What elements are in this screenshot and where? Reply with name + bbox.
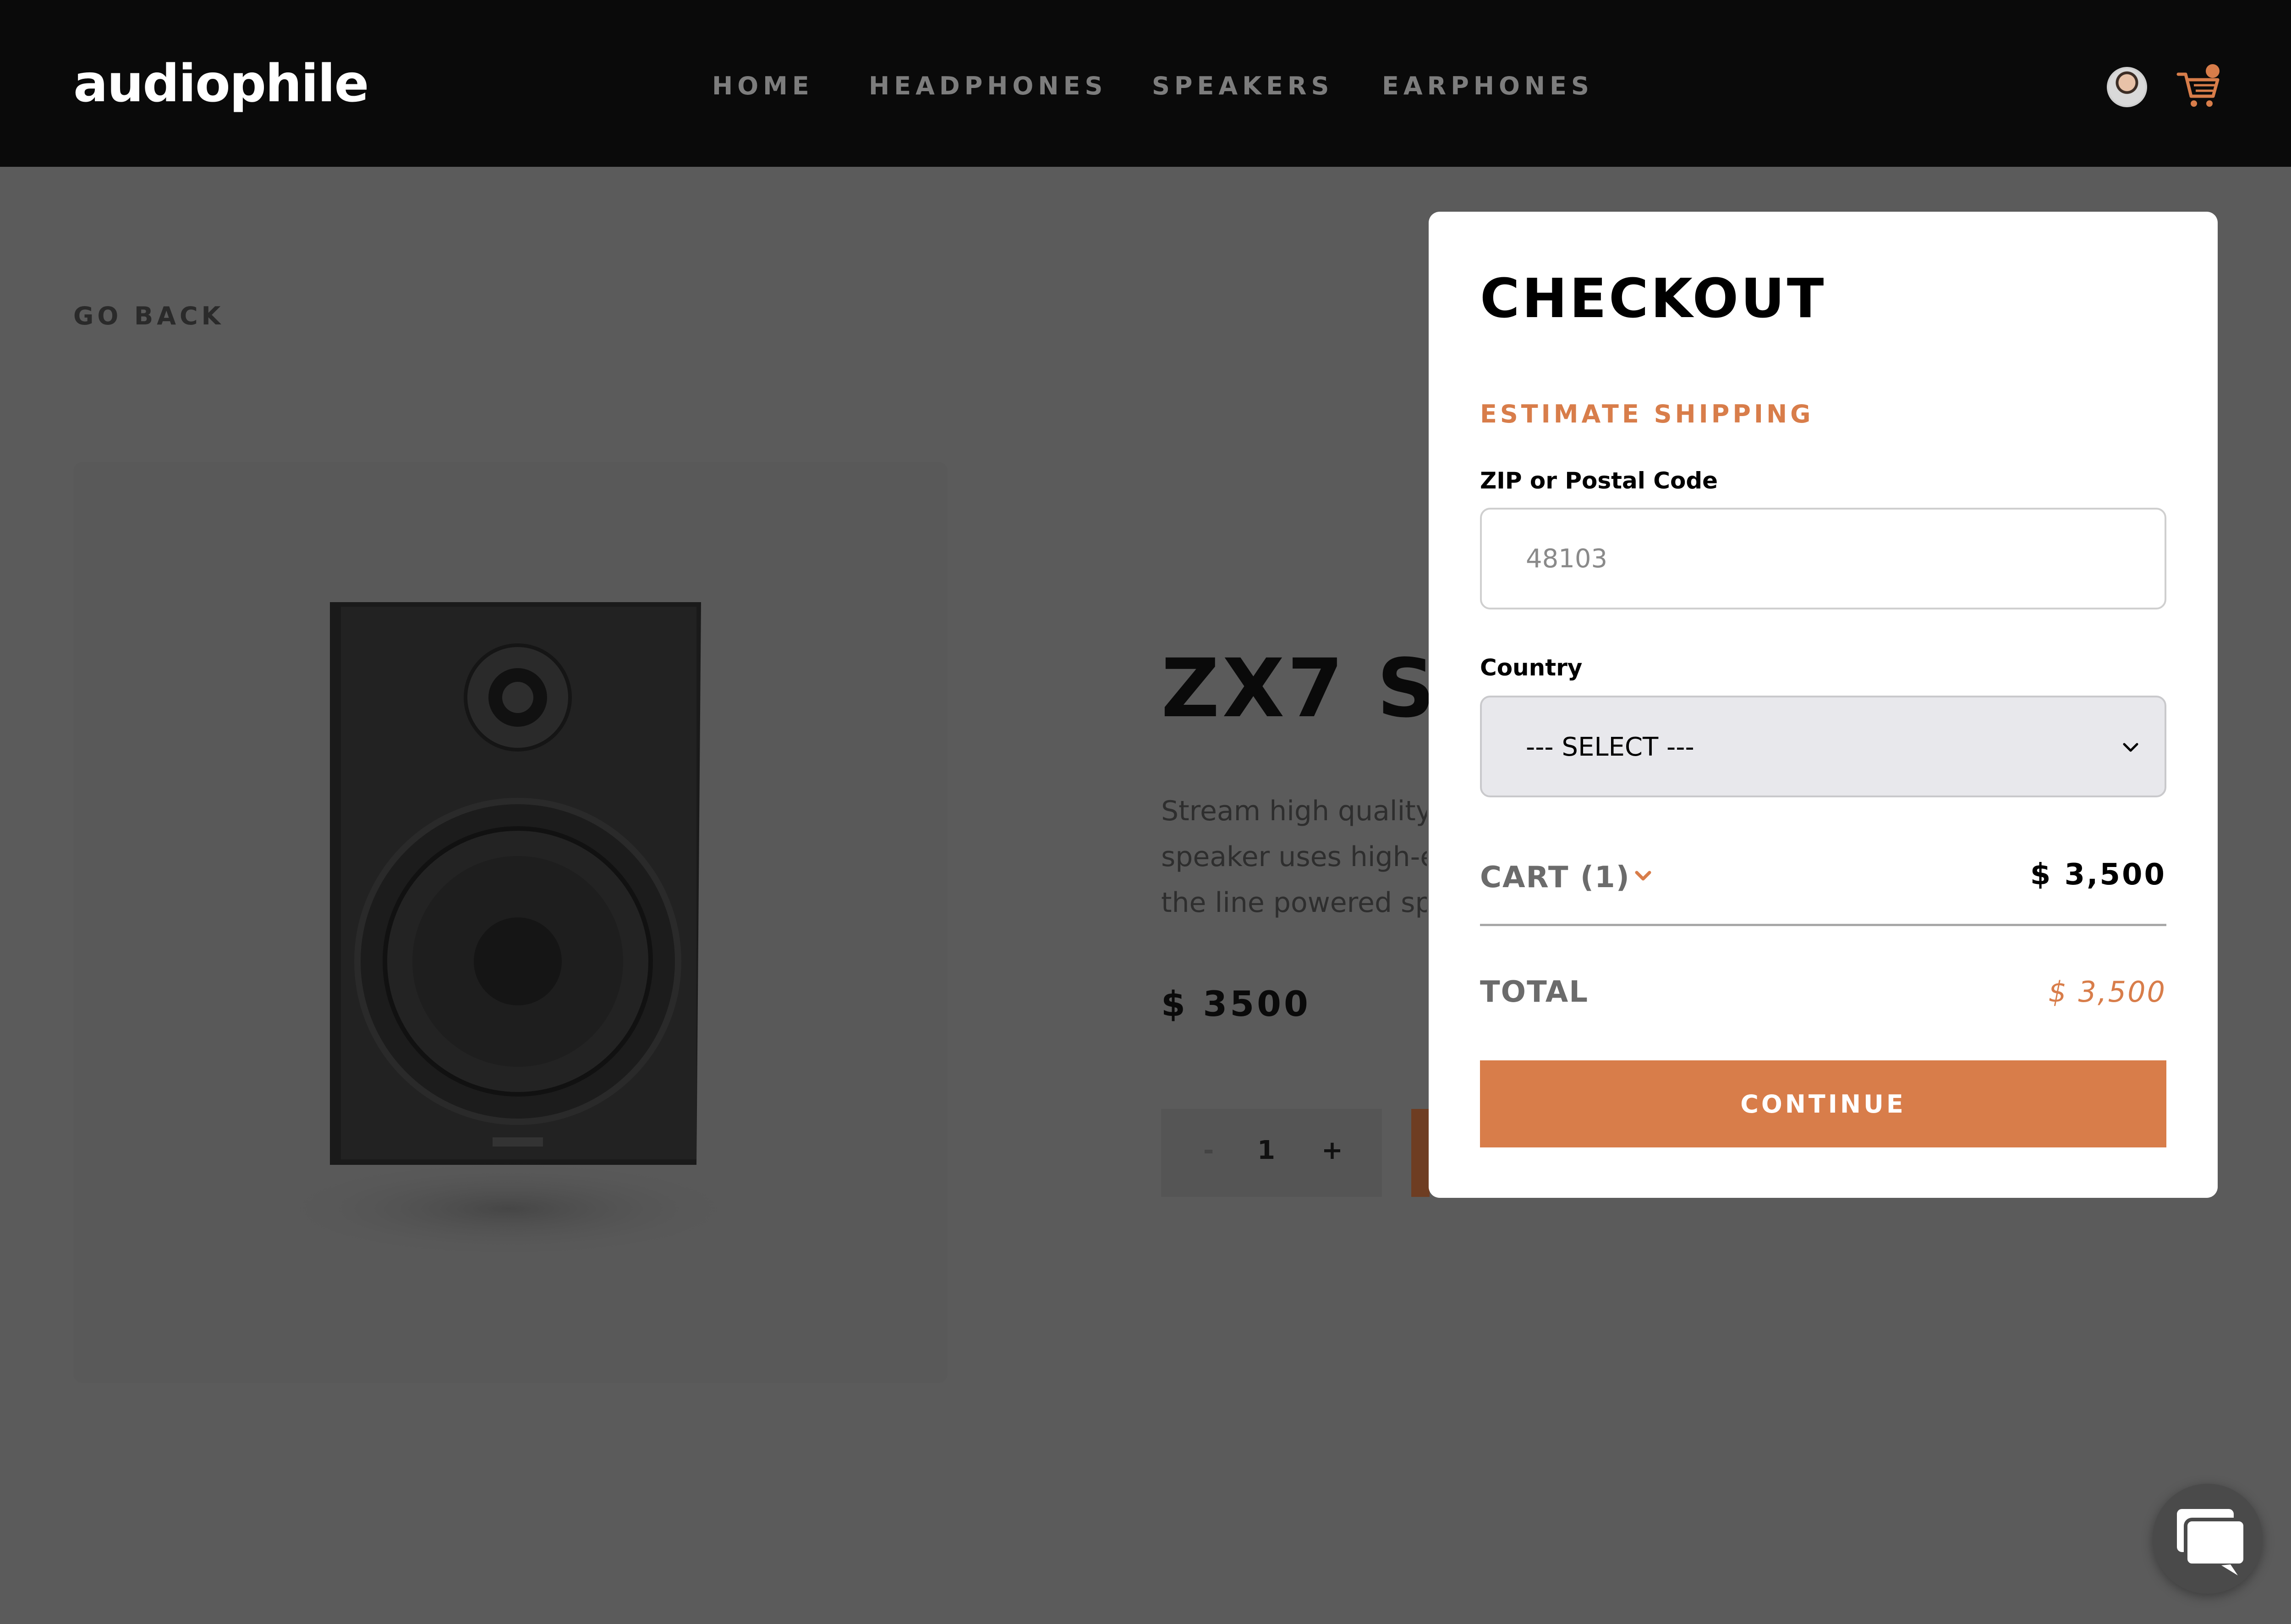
description-line: Stream high quality: [1161, 795, 1427, 827]
go-back-link[interactable]: GO BACK: [73, 302, 224, 330]
decrement-button[interactable]: -: [1203, 1136, 1214, 1165]
add-to-cart-button[interactable]: [1411, 1109, 1430, 1197]
checkout-modal: CHECKOUT ESTIMATE SHIPPING ZIP or Postal…: [1429, 212, 2218, 1198]
checkout-title: CHECKOUT: [1480, 267, 1826, 330]
nav-speakers[interactable]: SPEAKERS: [1152, 71, 1333, 100]
main-nav: HOME HEADPHONES SPEAKERS EARPHONES: [0, 71, 2291, 100]
product-image: [73, 462, 948, 1383]
quantity-stepper: - 1 +: [1161, 1109, 1382, 1197]
zip-input[interactable]: [1480, 508, 2166, 609]
estimate-shipping-heading: ESTIMATE SHIPPING: [1480, 400, 1814, 428]
divider: [1480, 924, 2166, 926]
chevron-down-icon: [2123, 743, 2138, 752]
continue-button[interactable]: CONTINUE: [1480, 1060, 2166, 1147]
description-line: the line powered sp: [1161, 887, 1427, 919]
chat-widget-button[interactable]: [2153, 1484, 2263, 1594]
speaker-image: [270, 602, 747, 1259]
country-selected-value: --- SELECT ---: [1526, 732, 1694, 762]
increment-button[interactable]: +: [1321, 1136, 1343, 1165]
country-label: Country: [1480, 654, 1583, 681]
product-price: $ 3500: [1161, 983, 1311, 1024]
country-select[interactable]: --- SELECT ---: [1480, 696, 2166, 797]
nav-headphones[interactable]: HEADPHONES: [869, 71, 1107, 100]
nav-home[interactable]: HOME: [712, 71, 814, 100]
nav-earphones[interactable]: EARPHONES: [1382, 71, 1594, 100]
product-title: ZX7 S: [1161, 642, 1438, 735]
quantity-value: 1: [1257, 1136, 1275, 1165]
cart-amount: $ 3,500: [2030, 858, 2166, 892]
chevron-down-icon[interactable]: [1633, 866, 1653, 886]
description-line: speaker uses high-e: [1161, 841, 1427, 873]
site-header: audiophile HOME HEADPHONES SPEAKERS EARP…: [0, 0, 2291, 167]
avatar[interactable]: [2107, 67, 2147, 107]
total-amount: $ 3,500: [2048, 975, 2166, 1009]
total-label: TOTAL: [1480, 975, 1589, 1009]
cart-toggle[interactable]: CART (1): [1480, 861, 1630, 894]
cart-badge: [2206, 64, 2220, 78]
zip-label: ZIP or Postal Code: [1480, 467, 1718, 494]
chat-icon: [2174, 1506, 2247, 1575]
product-description: Stream high quality speaker uses high-e …: [1161, 788, 1427, 926]
